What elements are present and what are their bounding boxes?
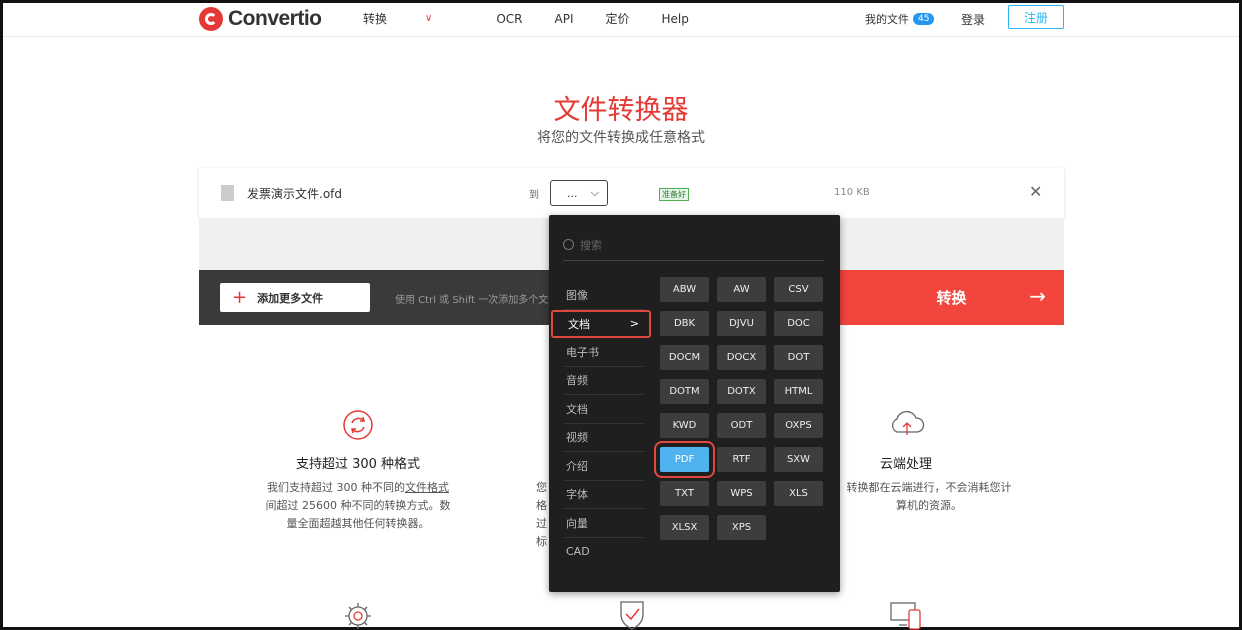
login-link[interactable]: 登录 bbox=[961, 11, 985, 28]
shield-check-icon bbox=[620, 601, 644, 630]
feature-formats-line1: 我们支持超过 300 种不同的 bbox=[267, 481, 405, 494]
feature-cloud-desc: 转换都在云端进行，不会消耗您计 算机的资源。 bbox=[829, 479, 1029, 515]
page-subtitle: 将您的文件转换成任意格式 bbox=[537, 130, 705, 146]
partial-char: 标 bbox=[536, 535, 547, 548]
top-header: Convertio 转换 ∨ OCR API 定价 Help 我的文件 45 登录… bbox=[3, 3, 1239, 37]
format-option[interactable]: TXT bbox=[660, 481, 709, 506]
partial-char: 过 bbox=[536, 517, 547, 530]
format-select-value: ... bbox=[567, 186, 578, 200]
chevron-down-icon: ⌵ bbox=[590, 186, 599, 199]
plus-icon: + bbox=[232, 287, 248, 308]
chevron-right-icon: > bbox=[629, 317, 639, 331]
my-files-label: 我的文件 bbox=[865, 13, 909, 26]
format-option[interactable]: ABW bbox=[660, 277, 709, 302]
format-option[interactable]: XLS bbox=[774, 481, 823, 506]
category-audio[interactable]: 音频 bbox=[563, 367, 645, 395]
to-label: 到 bbox=[529, 190, 539, 201]
category-cad[interactable]: CAD bbox=[563, 538, 645, 567]
convertio-logo-icon bbox=[199, 7, 223, 31]
add-more-files-label: 添加更多文件 bbox=[257, 291, 324, 305]
feature-formats-line3: 量全面超越其他任何转换器。 bbox=[286, 517, 430, 530]
cloud-upload-icon bbox=[891, 410, 925, 435]
feature-formats-title: 支持超过 300 种格式 bbox=[295, 457, 421, 472]
logo[interactable]: Convertio bbox=[199, 7, 322, 31]
arrow-right-icon: → bbox=[1029, 284, 1046, 308]
format-option[interactable]: DOCX bbox=[717, 345, 766, 370]
refresh-icon bbox=[343, 410, 373, 440]
close-icon[interactable]: ✕ bbox=[1029, 182, 1042, 201]
category-image[interactable]: 图像 bbox=[563, 281, 645, 310]
format-search-placeholder: 搜索 bbox=[580, 238, 602, 252]
format-option[interactable]: DBK bbox=[660, 311, 709, 336]
logo-text: Convertio bbox=[228, 7, 322, 30]
gear-icon bbox=[345, 603, 371, 629]
file-icon bbox=[221, 185, 234, 201]
feature-cloud-line1: 转换都在云端进行，不会消耗您计 bbox=[846, 481, 1012, 494]
category-list: 图像 文档 > 电子书 音频 文档 视频 介绍 字体 向量 CAD bbox=[551, 281, 651, 567]
format-option-pdf-selected[interactable]: PDF bbox=[654, 441, 715, 478]
nav-help[interactable]: Help bbox=[662, 10, 689, 27]
file-size: 110 KB bbox=[834, 187, 870, 198]
format-option[interactable]: KWD bbox=[660, 413, 709, 438]
format-option[interactable]: XLSX bbox=[660, 515, 709, 540]
format-search-input[interactable]: 搜索 bbox=[563, 229, 824, 261]
my-files-count-badge: 45 bbox=[913, 13, 935, 25]
feature-cloud-line2: 算机的资源。 bbox=[896, 499, 962, 512]
format-option[interactable]: DOC bbox=[774, 311, 823, 336]
main-nav: 转换 ∨ OCR API 定价 Help bbox=[363, 10, 721, 27]
category-video[interactable]: 视频 bbox=[563, 424, 645, 452]
category-ebook[interactable]: 电子书 bbox=[563, 338, 645, 367]
format-option[interactable]: DJVU bbox=[717, 311, 766, 336]
convert-label: 转换 bbox=[936, 289, 967, 307]
format-option[interactable]: DOCM bbox=[660, 345, 709, 370]
format-select[interactable]: ... ⌵ bbox=[550, 180, 608, 206]
partial-char: 格 bbox=[536, 499, 547, 512]
feature-formats-line2: 间超过 25600 种不同的转换方式。数 bbox=[265, 499, 451, 512]
format-option[interactable]: SXW bbox=[774, 447, 823, 472]
feature-formats-desc: 我们支持超过 300 种不同的文件格式 间超过 25600 种不同的转换方式。数… bbox=[248, 479, 468, 533]
my-files-link[interactable]: 我的文件 45 bbox=[865, 11, 935, 27]
format-option[interactable]: HTML bbox=[774, 379, 823, 404]
format-option[interactable]: DOT bbox=[774, 345, 823, 370]
category-document[interactable]: 文档 > bbox=[551, 309, 651, 338]
status-badge: 准备好 bbox=[659, 188, 689, 201]
nav-ocr[interactable]: OCR bbox=[496, 10, 522, 27]
category-document-label: 文档 bbox=[568, 317, 590, 331]
register-button[interactable]: 注册 bbox=[1008, 5, 1064, 29]
convert-button[interactable]: 转换 → bbox=[839, 270, 1064, 325]
page-title: 文件转换器 bbox=[553, 95, 689, 126]
search-icon bbox=[563, 239, 574, 250]
format-option[interactable]: DOTM bbox=[660, 379, 709, 404]
category-vector[interactable]: 向量 bbox=[563, 509, 645, 538]
nav-api[interactable]: API bbox=[555, 10, 574, 27]
format-option[interactable]: ODT bbox=[717, 413, 766, 438]
format-option[interactable]: XPS bbox=[717, 515, 766, 540]
format-option[interactable]: DOTX bbox=[717, 379, 766, 404]
partial-char: 您 bbox=[536, 481, 547, 494]
format-option[interactable]: WPS bbox=[717, 481, 766, 506]
category-presentation[interactable]: 介绍 bbox=[563, 452, 645, 481]
category-font[interactable]: 字体 bbox=[563, 481, 645, 509]
nav-pricing[interactable]: 定价 bbox=[606, 10, 630, 27]
add-more-files-button[interactable]: + 添加更多文件 bbox=[220, 283, 370, 312]
feature-hidden-partial: 您 格 过 标 bbox=[536, 479, 547, 551]
category-archive[interactable]: 文档 bbox=[563, 395, 645, 424]
file-formats-link[interactable]: 文件格式 bbox=[405, 481, 449, 494]
format-option[interactable]: RTF bbox=[717, 447, 766, 472]
format-dropdown: 搜索 图像 文档 > 电子书 音频 文档 视频 介绍 字体 向量 CAD ABW … bbox=[549, 215, 840, 592]
multi-select-hint: 使用 Ctrl 或 Shift 一次添加多个文件 bbox=[395, 295, 555, 306]
format-option[interactable]: OXPS bbox=[774, 413, 823, 438]
format-option[interactable]: CSV bbox=[774, 277, 823, 302]
devices-icon bbox=[890, 602, 921, 630]
format-grid: ABW AW CSV DBK DJVU DOC DOCM DOCX DOT DO… bbox=[654, 277, 830, 540]
nav-convert-label: 转换 bbox=[363, 12, 388, 26]
file-row: 发票演示文件.ofd 到 ... ⌵ 准备好 110 KB ✕ bbox=[199, 168, 1064, 218]
file-name: 发票演示文件.ofd bbox=[247, 187, 342, 201]
format-option[interactable]: AW bbox=[717, 277, 766, 302]
nav-convert[interactable]: 转换 ∨ bbox=[363, 10, 464, 27]
chevron-down-icon: ∨ bbox=[425, 13, 433, 24]
